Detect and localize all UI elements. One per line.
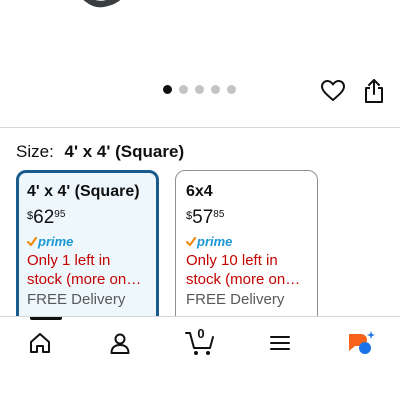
prime-badge: prime — [186, 234, 307, 249]
pagination-dot-5[interactable] — [227, 85, 236, 94]
pagination-dot-2[interactable] — [179, 85, 188, 94]
size-label: Size: — [16, 142, 54, 161]
image-pagination-dots[interactable] — [163, 85, 236, 94]
prime-label: prime — [38, 234, 74, 249]
active-tab-indicator — [30, 317, 62, 320]
size-option-card-4x4[interactable]: 4' x 4' (Square) $ 62 95 prime Only 1 le… — [16, 170, 159, 340]
selected-size-value: 4' x 4' (Square) — [64, 142, 185, 161]
heart-icon[interactable] — [320, 78, 346, 104]
pagination-dot-4[interactable] — [211, 85, 220, 94]
tab-menu[interactable] — [260, 325, 300, 361]
price-fraction: 85 — [213, 209, 225, 220]
prime-label: prime — [197, 234, 233, 249]
size-selection-label: Size: 4' x 4' (Square) — [16, 142, 184, 162]
home-icon — [30, 333, 50, 353]
stock-warning: Only 1 left in stock (more on… — [27, 251, 148, 289]
option-title: 6x4 — [186, 183, 213, 200]
stock-line-2: stock (more on… — [186, 271, 301, 288]
tab-rufus[interactable] — [340, 325, 380, 361]
size-option-card-6x4[interactable]: 6x4 $ 57 85 prime Only 10 left in stock … — [175, 170, 318, 340]
option-price: $ 57 85 — [186, 208, 307, 228]
account-icon — [110, 333, 130, 354]
price-whole: 62 — [33, 207, 55, 228]
stock-line-1: Only 1 left in — [27, 252, 111, 269]
stock-line-1: Only 10 left in — [186, 252, 278, 269]
section-divider — [0, 127, 400, 128]
pagination-dot-1[interactable] — [163, 85, 172, 94]
share-icon[interactable] — [362, 77, 386, 105]
price-whole: 57 — [192, 207, 214, 228]
rufus-ai-icon — [349, 331, 375, 354]
prime-badge: prime — [27, 234, 148, 249]
tab-cart[interactable]: 0 — [180, 325, 220, 361]
delivery-text: FREE Delivery — [186, 291, 285, 308]
tab-home[interactable] — [20, 325, 60, 361]
product-image-gallery[interactable] — [0, 0, 400, 126]
prime-check-icon — [27, 236, 37, 246]
price-fraction: 95 — [54, 209, 66, 220]
stock-line-2: stock (more on… — [27, 271, 142, 288]
menu-icon — [270, 336, 290, 350]
delivery-text: FREE Delivery — [27, 291, 126, 308]
prime-check-icon — [186, 236, 196, 246]
option-title: 4' x 4' (Square) — [27, 183, 140, 200]
product-image — [83, 0, 121, 8]
stock-warning: Only 10 left in stock (more on… — [186, 251, 307, 289]
option-price: $ 62 95 — [27, 208, 148, 228]
tab-account[interactable] — [100, 325, 140, 361]
pagination-dot-3[interactable] — [195, 85, 204, 94]
bottom-tab-bar: 0 — [0, 316, 400, 400]
cart-count-badge: 0 — [197, 326, 205, 341]
